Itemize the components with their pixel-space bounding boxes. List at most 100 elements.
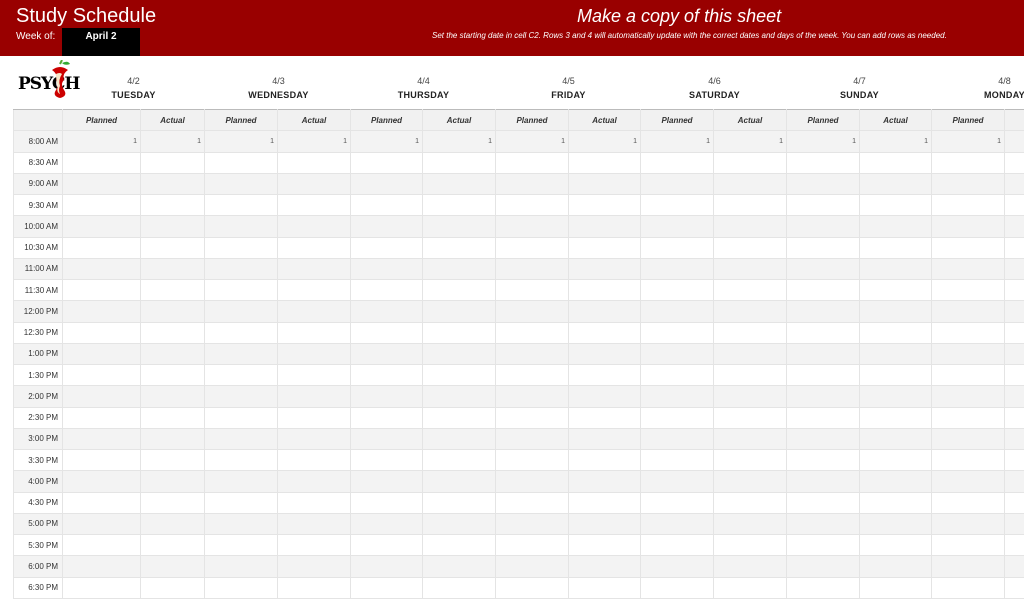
schedule-cell[interactable] (63, 280, 141, 301)
schedule-cell[interactable] (860, 173, 932, 194)
schedule-cell[interactable] (787, 556, 860, 577)
schedule-cell[interactable] (641, 173, 714, 194)
schedule-cell[interactable]: 1 (569, 131, 641, 152)
schedule-cell[interactable] (1005, 216, 1024, 237)
schedule-cell[interactable] (1005, 450, 1024, 471)
schedule-cell[interactable] (932, 492, 1005, 513)
schedule-cell[interactable] (932, 535, 1005, 556)
schedule-cell[interactable] (641, 365, 714, 386)
schedule-cell[interactable] (205, 535, 278, 556)
schedule-cell[interactable] (860, 216, 932, 237)
schedule-cell[interactable] (1005, 513, 1024, 534)
schedule-cell[interactable] (569, 195, 641, 216)
schedule-cell[interactable] (1005, 131, 1024, 152)
schedule-cell[interactable] (278, 556, 351, 577)
schedule-cell[interactable] (351, 450, 423, 471)
schedule-cell[interactable] (423, 280, 496, 301)
schedule-cell[interactable] (351, 301, 423, 322)
schedule-cell[interactable] (641, 301, 714, 322)
schedule-cell[interactable] (351, 428, 423, 449)
schedule-cell[interactable] (423, 258, 496, 279)
schedule-cell[interactable] (714, 365, 787, 386)
schedule-cell[interactable] (569, 322, 641, 343)
schedule-cell[interactable] (205, 450, 278, 471)
schedule-cell[interactable] (496, 450, 569, 471)
schedule-cell[interactable] (496, 152, 569, 173)
schedule-cell[interactable] (787, 386, 860, 407)
schedule-cell[interactable] (860, 237, 932, 258)
schedule-cell[interactable] (278, 471, 351, 492)
schedule-cell[interactable] (1005, 535, 1024, 556)
schedule-cell[interactable] (278, 258, 351, 279)
schedule-cell[interactable] (63, 428, 141, 449)
schedule-cell[interactable] (205, 195, 278, 216)
schedule-cell[interactable] (205, 577, 278, 598)
schedule-cell[interactable]: 1 (641, 131, 714, 152)
schedule-cell[interactable] (641, 428, 714, 449)
schedule-cell[interactable] (860, 152, 932, 173)
schedule-cell[interactable] (932, 258, 1005, 279)
schedule-cell[interactable] (205, 237, 278, 258)
schedule-cell[interactable] (714, 492, 787, 513)
schedule-cell[interactable] (641, 513, 714, 534)
schedule-cell[interactable] (932, 428, 1005, 449)
schedule-cell[interactable] (1005, 343, 1024, 364)
schedule-cell[interactable] (205, 428, 278, 449)
schedule-cell[interactable] (141, 365, 205, 386)
schedule-cell[interactable] (787, 428, 860, 449)
schedule-cell[interactable] (1005, 407, 1024, 428)
schedule-cell[interactable] (569, 301, 641, 322)
schedule-cell[interactable] (423, 301, 496, 322)
schedule-cell[interactable] (63, 195, 141, 216)
schedule-cell[interactable] (278, 237, 351, 258)
schedule-cell[interactable] (1005, 173, 1024, 194)
schedule-cell[interactable] (63, 450, 141, 471)
schedule-cell[interactable] (787, 407, 860, 428)
schedule-cell[interactable] (787, 322, 860, 343)
schedule-cell[interactable] (569, 280, 641, 301)
schedule-cell[interactable] (423, 386, 496, 407)
schedule-cell[interactable] (1005, 386, 1024, 407)
schedule-cell[interactable]: 1 (351, 131, 423, 152)
schedule-cell[interactable] (787, 216, 860, 237)
schedule-cell[interactable] (141, 301, 205, 322)
schedule-cell[interactable] (641, 492, 714, 513)
schedule-cell[interactable] (63, 322, 141, 343)
schedule-cell[interactable] (63, 386, 141, 407)
schedule-cell[interactable] (423, 216, 496, 237)
schedule-cell[interactable] (932, 237, 1005, 258)
schedule-cell[interactable] (423, 237, 496, 258)
schedule-cell[interactable] (141, 280, 205, 301)
schedule-cell[interactable] (423, 343, 496, 364)
schedule-cell[interactable] (569, 556, 641, 577)
schedule-cell[interactable] (569, 237, 641, 258)
schedule-cell[interactable] (569, 152, 641, 173)
schedule-cell[interactable] (63, 513, 141, 534)
schedule-cell[interactable] (787, 577, 860, 598)
schedule-cell[interactable] (351, 386, 423, 407)
schedule-cell[interactable] (641, 216, 714, 237)
schedule-cell[interactable] (1005, 195, 1024, 216)
schedule-cell[interactable] (423, 535, 496, 556)
schedule-cell[interactable] (641, 322, 714, 343)
schedule-cell[interactable]: 1 (205, 131, 278, 152)
schedule-cell[interactable] (1005, 492, 1024, 513)
schedule-cell[interactable] (423, 365, 496, 386)
schedule-cell[interactable] (351, 365, 423, 386)
schedule-cell[interactable] (205, 471, 278, 492)
schedule-cell[interactable] (205, 173, 278, 194)
schedule-cell[interactable] (351, 322, 423, 343)
schedule-cell[interactable] (496, 237, 569, 258)
schedule-cell[interactable] (351, 195, 423, 216)
schedule-cell[interactable] (141, 386, 205, 407)
schedule-cell[interactable] (641, 280, 714, 301)
schedule-cell[interactable] (714, 322, 787, 343)
schedule-cell[interactable] (141, 237, 205, 258)
schedule-cell[interactable] (278, 322, 351, 343)
schedule-cell[interactable] (496, 513, 569, 534)
schedule-cell[interactable] (932, 450, 1005, 471)
schedule-cell[interactable] (641, 195, 714, 216)
schedule-cell[interactable] (860, 407, 932, 428)
schedule-cell[interactable] (278, 216, 351, 237)
schedule-cell[interactable] (278, 152, 351, 173)
